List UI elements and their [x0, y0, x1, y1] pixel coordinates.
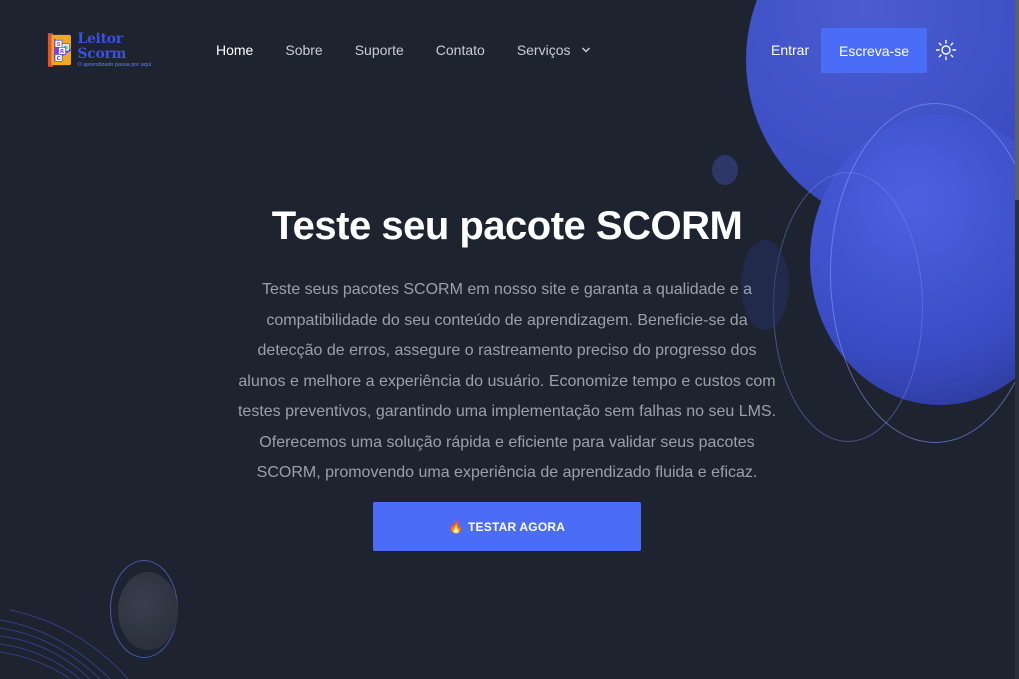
sun-icon[interactable]	[935, 39, 957, 61]
nav-item-servicos[interactable]: Serviços	[517, 41, 591, 59]
page: S O R C Leitor Scorm O aprendizado passa…	[0, 0, 1019, 679]
main-nav: Home Sobre Suporte Contato Serviços	[216, 41, 623, 59]
nav-item-sobre[interactable]: Sobre	[285, 41, 322, 59]
logo-text: Leitor Scorm O aprendizado passa por aqu…	[77, 30, 165, 69]
decorative-ring	[830, 103, 1019, 443]
nav-item-suporte[interactable]: Suporte	[355, 41, 404, 59]
nav-item-home[interactable]: Home	[216, 41, 253, 59]
logo-icon: S O R C	[47, 33, 72, 67]
brand-logo[interactable]: S O R C Leitor Scorm O aprendizado passa…	[47, 29, 165, 71]
logo-letter: C	[57, 56, 61, 62]
decorative-circle-medium	[810, 115, 1019, 405]
decorative-circle-small	[118, 572, 178, 650]
decorative-dot	[712, 155, 738, 185]
brand-name: Leitor Scorm	[77, 30, 127, 62]
brand-tagline: O aprendizado passa por aqui	[77, 61, 152, 68]
decorative-lines	[0, 609, 129, 679]
login-link[interactable]: Entrar	[771, 41, 809, 59]
test-now-label: TESTAR AGORA	[468, 519, 566, 534]
decorative-ring	[110, 560, 178, 658]
signup-button[interactable]: Escreva-se	[821, 28, 927, 73]
hero-title: Teste seu pacote SCORM	[271, 204, 743, 248]
test-now-button[interactable]: 🔥 TESTAR AGORA	[373, 502, 641, 551]
scrollbar-thumb[interactable]	[1015, 0, 1019, 200]
scrollbar[interactable]	[1015, 0, 1019, 679]
chevron-down-icon	[581, 47, 590, 53]
hero-description: Teste seus pacotes SCORM em nosso site e…	[237, 281, 777, 481]
nav-item-servicos-label: Serviços	[516, 42, 571, 58]
nav-item-contato[interactable]: Contato	[436, 41, 485, 59]
fire-icon: 🔥	[448, 519, 465, 534]
